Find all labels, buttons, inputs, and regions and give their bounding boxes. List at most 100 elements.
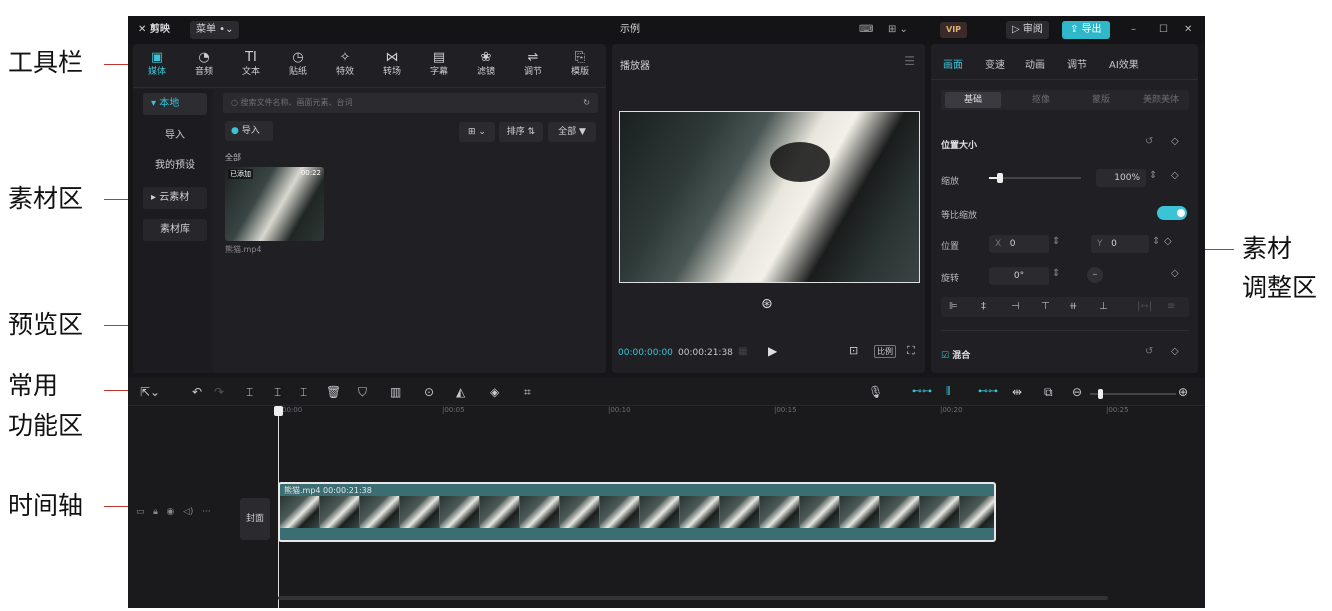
freeze-frame-icon[interactable]: ▥ — [390, 384, 401, 400]
sidebar-item-library[interactable]: 素材库 — [143, 219, 207, 241]
tool-template[interactable]: ⎘ 模版 — [560, 50, 600, 78]
split-right-icon[interactable]: ⌶ — [300, 384, 307, 400]
align-center-v-icon[interactable]: ⧺ — [1069, 297, 1077, 317]
rotate-dial[interactable]: – — [1087, 267, 1103, 283]
rotate-icon[interactable]: ◈ — [490, 384, 499, 400]
layout-icon[interactable]: ⊞ ⌄ — [888, 16, 908, 44]
zoom-out-icon[interactable]: ⊖ — [1072, 384, 1082, 400]
position-y-input[interactable]: Y 0 — [1091, 235, 1149, 253]
vip-badge[interactable]: VIP — [940, 22, 968, 38]
align-bottom-icon[interactable]: ⊥ — [1099, 297, 1108, 317]
shortcut-icon[interactable]: ⌨ — [859, 16, 873, 44]
distribute-v-icon[interactable]: ≡ — [1167, 297, 1175, 317]
scale-slider[interactable] — [989, 173, 1081, 183]
align-left-icon[interactable]: ⊫ — [949, 297, 958, 317]
tool-sticker[interactable]: ◷ 贴纸 — [278, 50, 318, 78]
distribute-h-icon[interactable]: |⇿| — [1137, 297, 1152, 317]
scale-keyframe-icon[interactable]: ◇ — [1171, 170, 1179, 181]
undo-icon[interactable]: ↶ — [192, 384, 202, 400]
sort-button[interactable]: 排序 ⇅ — [499, 122, 543, 142]
blend-header[interactable]: ☑ 混合 — [941, 348, 970, 361]
tool-effects[interactable]: ✧ 特效 — [325, 50, 365, 78]
search-input[interactable]: ○ 搜索文件名称、画面元素、台词 ↻ — [223, 93, 598, 113]
zoom-in-icon[interactable]: ⊕ — [1178, 384, 1188, 400]
play-icon[interactable]: ▶ — [768, 344, 777, 358]
media-clip-thumbnail[interactable]: 已添加 00:22 — [225, 167, 324, 241]
align-center-h-icon[interactable]: ‡ — [981, 297, 986, 317]
playhead-handle[interactable] — [274, 406, 283, 416]
position-keyframe-icon[interactable]: ◇ — [1164, 236, 1172, 247]
refresh-icon[interactable]: ↻ — [583, 93, 590, 113]
tool-subtitle[interactable]: ▤ 字幕 — [419, 50, 459, 78]
blend-reset-icon[interactable]: ↺ — [1145, 346, 1153, 357]
close-icon[interactable]: ✕ — [1184, 16, 1192, 44]
rotate-keyframe-icon[interactable]: ◇ — [1171, 268, 1179, 279]
tab-speed[interactable]: 变速 — [985, 56, 1005, 71]
rotate-stepper-icon[interactable]: ⇕ — [1052, 268, 1060, 279]
reset-icon[interactable]: ↺ — [1145, 136, 1153, 147]
sidebar-item-presets[interactable]: 我的预设 — [143, 155, 207, 177]
mirror-icon[interactable]: ◭ — [456, 384, 465, 400]
lock-icon[interactable]: 🔒︎ — [153, 507, 158, 517]
tab-ai-effects[interactable]: AI效果 — [1109, 56, 1139, 71]
microphone-icon[interactable]: 🎙 — [868, 384, 883, 400]
ratio-button[interactable]: 比例 — [874, 345, 896, 358]
tool-text[interactable]: TI 文本 — [231, 50, 271, 78]
subtab-cutout[interactable]: 抠像 — [1013, 92, 1069, 108]
rotate-input[interactable]: 0° — [989, 267, 1049, 285]
split-audio-icon[interactable]: ⇹ — [1012, 384, 1022, 400]
track-video-icon[interactable]: ▭ — [136, 507, 145, 517]
subtab-beauty[interactable]: 美颜美体 — [1133, 92, 1189, 108]
filter-all-button[interactable]: 全部 ▼ — [548, 122, 596, 142]
snap-icon[interactable]: ⫼ — [946, 384, 951, 400]
maximize-icon[interactable]: ☐ — [1159, 16, 1168, 44]
eye-icon[interactable]: ◉ — [167, 507, 175, 517]
x-stepper-icon[interactable]: ⇕ — [1052, 236, 1060, 247]
subtab-basic[interactable]: 基础 — [945, 92, 1001, 108]
more-icon[interactable]: ··· — [202, 507, 211, 517]
tab-animation[interactable]: 动画 — [1025, 56, 1045, 71]
delete-icon[interactable]: 🗑 — [326, 384, 341, 400]
minimize-icon[interactable]: – — [1131, 16, 1136, 44]
align-right-icon[interactable]: ⊣ — [1011, 297, 1020, 317]
select-cursor-icon[interactable]: ⇱⌄ — [140, 384, 160, 400]
fit-icon[interactable]: ⊡ — [849, 344, 858, 357]
align-top-icon[interactable]: ⊤ — [1041, 297, 1050, 317]
y-stepper-icon[interactable]: ⇕ — [1152, 236, 1160, 247]
link-icon[interactable]: ⊷⊶ — [912, 384, 932, 400]
menu-button[interactable]: 菜单 •⌄ — [190, 21, 240, 39]
position-x-input[interactable]: X 0 — [989, 235, 1049, 253]
tool-transition[interactable]: ⋈ 转场 — [372, 50, 412, 78]
redo-icon[interactable]: ↷ — [214, 384, 224, 400]
preview-axis-icon[interactable]: ⊷⊶ — [978, 384, 998, 400]
crop-icon[interactable]: ⌗ — [524, 384, 531, 400]
rotate-handle-icon[interactable]: ⊛ — [761, 296, 773, 312]
sidebar-item-cloud[interactable]: ▸ 云素材 — [143, 187, 207, 209]
export-button[interactable]: ⇪ 导出 — [1062, 21, 1110, 39]
caption-icon[interactable]: ⧉ — [1044, 384, 1053, 400]
tab-picture[interactable]: 画面 — [943, 56, 963, 71]
view-toggle-button[interactable]: ⊞ ⌄ — [459, 122, 495, 142]
tab-adjust[interactable]: 调节 — [1067, 56, 1087, 71]
preview-canvas[interactable] — [619, 111, 920, 283]
zoom-slider-knob[interactable] — [1098, 389, 1103, 399]
scale-input[interactable]: 100% — [1096, 169, 1146, 187]
speaker-icon[interactable]: ◁) — [183, 507, 193, 517]
tool-adjust[interactable]: ⇌ 调节 — [513, 50, 553, 78]
import-button[interactable]: ● 导入 — [225, 121, 273, 141]
sidebar-item-import[interactable]: 导入 — [143, 125, 207, 147]
zoom-slider[interactable] — [1090, 389, 1176, 399]
split-icon[interactable]: ⌶ — [246, 384, 253, 400]
sidebar-item-local[interactable]: ▾ 本地 — [143, 93, 207, 115]
player-menu-icon[interactable]: ☰ — [904, 54, 915, 68]
tool-media[interactable]: ▣ 媒体 — [137, 50, 177, 78]
video-clip[interactable]: 熊猫.mp4 00:00:21:38 — [278, 482, 996, 542]
split-left-icon[interactable]: ⌶ — [274, 384, 281, 400]
timeline-scrollbar[interactable] — [278, 596, 1108, 600]
cover-button[interactable]: 封面 — [240, 498, 270, 540]
subtab-mask[interactable]: 蒙版 — [1073, 92, 1129, 108]
tool-audio[interactable]: ◔ 音频 — [184, 50, 224, 78]
scale-slider-knob[interactable] — [997, 173, 1004, 183]
tool-filter[interactable]: ❀ 滤镜 — [466, 50, 506, 78]
blend-keyframe-icon[interactable]: ◇ — [1171, 346, 1179, 357]
